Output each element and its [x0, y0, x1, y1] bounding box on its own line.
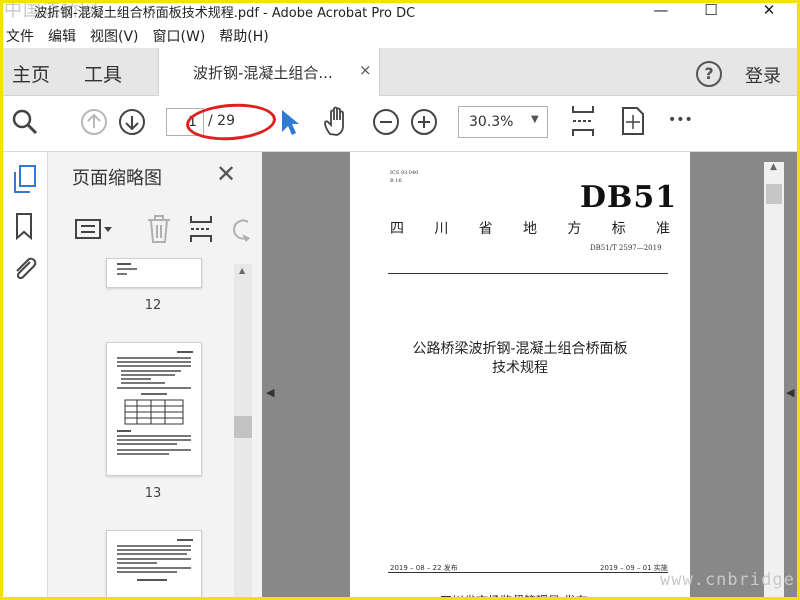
search-icon[interactable] [12, 109, 38, 135]
province-char: 方 [567, 221, 582, 237]
menu-help[interactable]: 帮助(H) [219, 26, 268, 46]
thumbnails-title: 页面缩略图 [72, 168, 162, 189]
province-char: 川 [434, 221, 449, 237]
thumbnail-content [117, 351, 193, 455]
document-title-line2: 技术规程 [492, 360, 548, 376]
province-char: 准 [655, 221, 670, 237]
watermark-url: www.cnbridge.com [660, 570, 800, 590]
title-bar: 中国道桥网 波折钢-混凝土组合桥面板技术规程.pdf - Adobe Acrob… [0, 0, 800, 24]
document-scroll-thumb[interactable] [766, 184, 782, 204]
menu-window[interactable]: 窗口(W) [153, 26, 206, 46]
document-tab-label: 波折钢-混凝土组合... [193, 64, 333, 82]
document-title-line1: 公路桥梁波折钢-混凝土组合桥面板 [412, 341, 628, 357]
next-page-icon[interactable] [118, 108, 146, 136]
attachment-icon[interactable] [10, 254, 38, 284]
thumbnails-scroll-thumb[interactable] [234, 416, 252, 438]
expand-right-panel-icon[interactable]: ◀ [786, 386, 794, 399]
divider [388, 572, 668, 573]
thumbnail-page-number: 12 [144, 298, 162, 313]
tab-tools[interactable]: 工具 [84, 60, 122, 87]
tab-document[interactable]: 波折钢-混凝土组合... × [158, 48, 380, 96]
insert-page-icon[interactable] [188, 214, 214, 244]
window-title: 波折钢-混凝土组合桥面板技术规程.pdf - Adobe Acrobat Pro… [34, 6, 416, 21]
full-screen-icon[interactable] [620, 106, 646, 136]
document-scrollbar[interactable]: ▲ [764, 162, 784, 600]
close-tab-button[interactable]: × [359, 61, 372, 79]
zoom-select[interactable]: 30.3% ▼ [458, 106, 548, 138]
scroll-up-icon[interactable]: ▲ [239, 266, 245, 275]
menu-bar: 文件 编辑 视图(V) 窗口(W) 帮助(H) [0, 24, 800, 48]
thumbnails-toolbar [48, 204, 262, 256]
close-window-button[interactable]: ✕ [754, 1, 784, 19]
zoom-value: 30.3% [469, 114, 514, 130]
divider [388, 273, 668, 274]
standard-code: DB51/T 2597—2019 [590, 244, 662, 252]
province-char: 地 [522, 221, 537, 237]
province-char: 四 [390, 221, 404, 237]
hand-tool-icon[interactable] [322, 106, 352, 138]
more-tools-icon[interactable]: ••• [668, 112, 693, 128]
pdf-page: ICS 93.040 B 16 DB51 四 川 省 地 方 标 准 DB51/… [350, 152, 690, 600]
menu-file[interactable]: 文件 [6, 26, 34, 46]
menu-edit[interactable]: 编辑 [48, 26, 76, 46]
page-thumbnails-icon[interactable] [12, 164, 38, 194]
thumbnail-page-number: 13 [144, 486, 162, 501]
bookmark-icon[interactable] [14, 212, 34, 240]
thumbnail-content [117, 539, 193, 581]
maximize-button[interactable]: ☐ [696, 1, 726, 19]
province-char: 标 [611, 221, 626, 237]
scroll-up-icon[interactable]: ▲ [770, 162, 777, 172]
standard-prefix: DB51 [580, 180, 678, 215]
thumbnail-content [117, 263, 137, 275]
tab-bar: 主页 工具 波折钢-混凝土组合... × [0, 48, 800, 96]
zoom-out-icon[interactable] [372, 108, 400, 136]
previous-page-icon[interactable] [80, 108, 108, 136]
thumbnails-scrollbar[interactable]: ▲ [234, 264, 252, 600]
tab-home[interactable]: 主页 [12, 60, 50, 87]
help-icon[interactable]: ? [696, 61, 722, 87]
thumbnails-panel: 页面缩略图 ✕ ▲ 12 13 [48, 152, 262, 600]
minimize-button[interactable]: — [646, 1, 676, 19]
delete-page-icon[interactable] [146, 214, 172, 244]
login-button[interactable]: 登录 [745, 62, 781, 88]
province-char: 省 [478, 221, 493, 237]
zoom-in-icon[interactable] [410, 108, 438, 136]
rotate-page-icon[interactable] [228, 214, 254, 244]
b-code: B 16 [390, 178, 402, 184]
fit-page-icon[interactable] [570, 104, 596, 138]
select-arrow-icon[interactable] [280, 108, 300, 136]
chevron-down-icon: ▼ [531, 114, 539, 125]
standard-type: 四 川 省 地 方 标 准 [390, 218, 670, 238]
ics-code: ICS 93.040 [390, 170, 419, 176]
thumbnail-page-12[interactable] [106, 258, 202, 288]
menu-view[interactable]: 视图(V) [90, 26, 139, 46]
thumbnail-options-icon[interactable] [74, 216, 118, 242]
issuer: 四川省市场监督管理局 发布 [440, 592, 588, 600]
thumbnail-page-13[interactable] [106, 342, 202, 476]
close-panel-button[interactable]: ✕ [216, 160, 236, 188]
collapse-left-panel-icon[interactable]: ◀ [266, 386, 274, 399]
thumbnail-page-14[interactable] [106, 530, 202, 600]
